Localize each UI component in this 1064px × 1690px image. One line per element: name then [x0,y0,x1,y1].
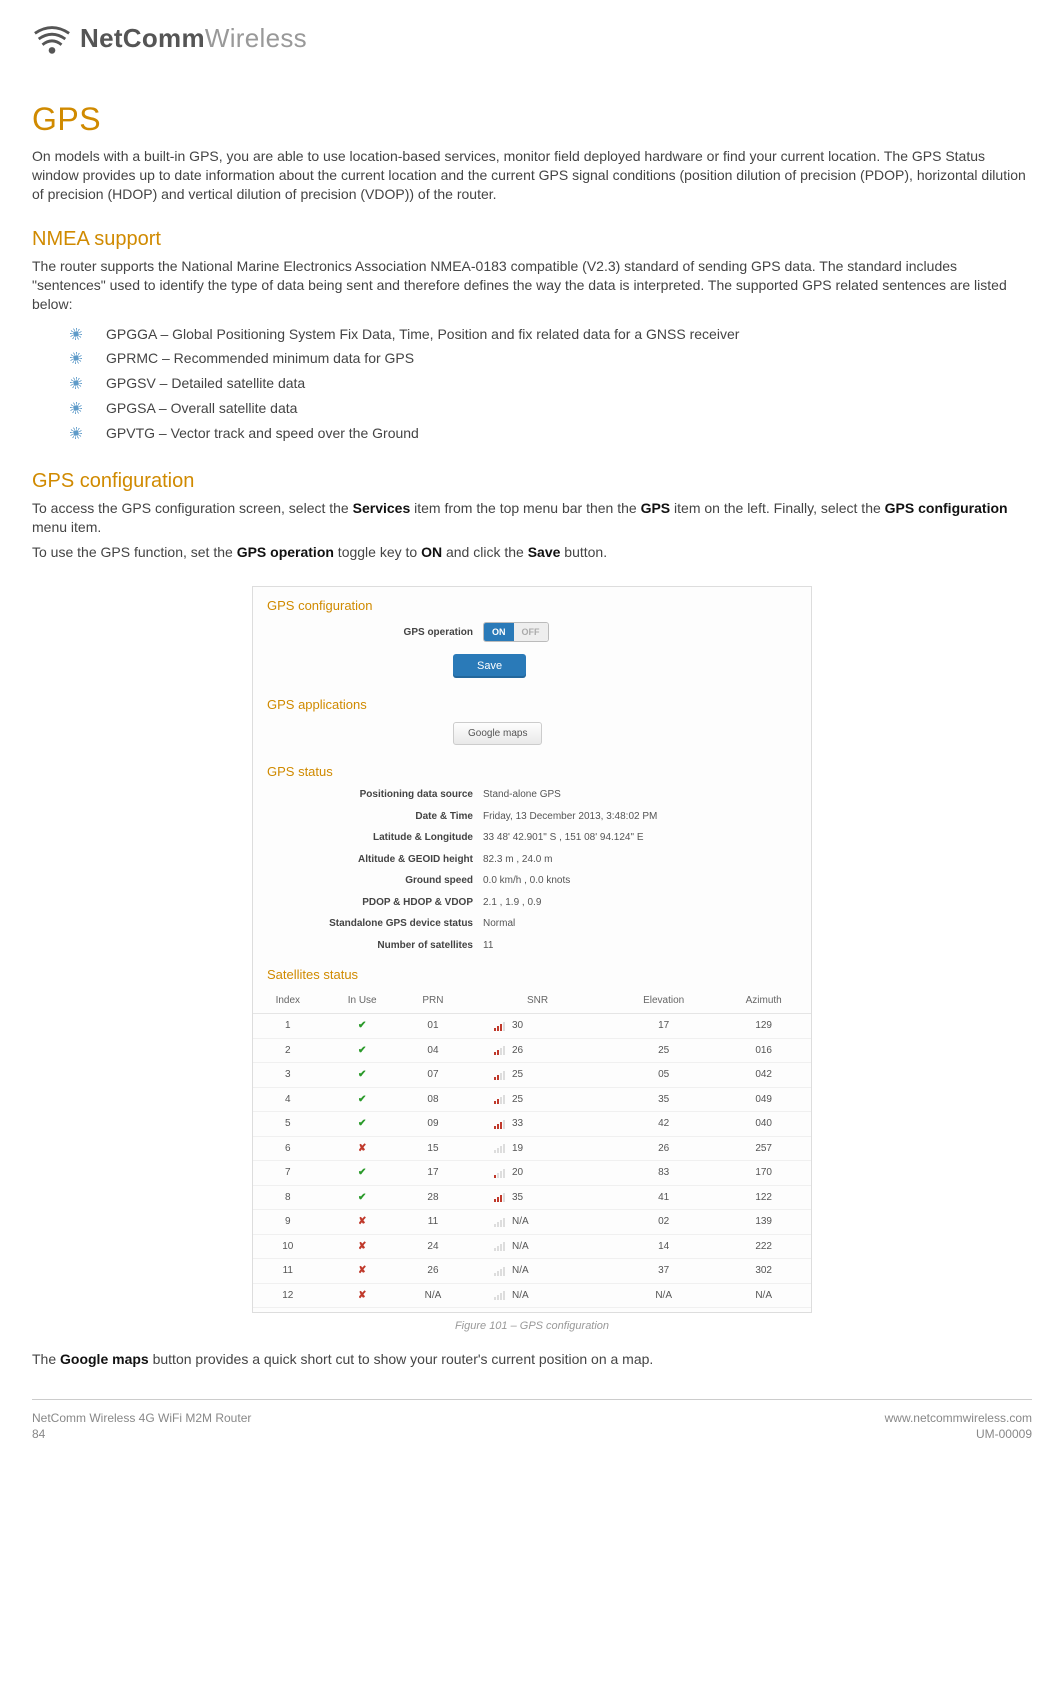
table-row: 6✘15 1926257 [253,1136,811,1161]
nmea-list: GPGGA – Global Positioning System Fix Da… [32,322,1032,446]
signal-bars-icon [494,1241,505,1251]
status-value: Stand-alone GPS [483,788,561,802]
status-value: 82.3 m , 24.0 m [483,853,552,867]
check-icon: ✔ [358,1094,366,1105]
google-maps-button[interactable]: Google maps [453,722,542,745]
cfg-p2: To use the GPS function, set the GPS ope… [32,543,1032,562]
table-row: 10✘24 N/A14222 [253,1234,811,1259]
section-title-gps: GPS [32,98,1032,141]
status-value: 11 [483,939,493,953]
signal-bars-icon [494,1168,505,1178]
list-item: GPGSV – Detailed satellite data [88,371,1032,396]
brand-logo: NetCommWireless [32,20,1032,58]
status-label: Ground speed [253,874,483,888]
signal-bars-icon [494,1143,505,1153]
status-label: PDOP & HDOP & VDOP [253,896,483,910]
screenshot: GPS configuration GPS operation ONOFF Sa… [252,586,812,1314]
signal-bars-icon [494,1119,505,1129]
signal-bars-icon [494,1266,505,1276]
gps-operation-toggle[interactable]: ONOFF [483,622,549,642]
table-row: 12✘N/A N/AN/AN/A [253,1283,811,1308]
status-label: Positioning data source [253,788,483,802]
status-value: Normal [483,917,515,931]
signal-bars-icon [494,1045,505,1055]
check-icon: ✔ [358,1118,366,1129]
x-icon: ✘ [358,1265,366,1276]
page-footer: NetComm Wireless 4G WiFi M2M Router 84 w… [32,1399,1032,1462]
check-icon: ✔ [358,1167,366,1178]
signal-bars-icon [494,1192,505,1202]
list-item: GPGGA – Global Positioning System Fix Da… [88,322,1032,347]
status-label: Number of satellites [253,939,483,953]
section-title-gpsconfig: GPS configuration [32,468,1032,495]
status-label: Latitude & Longitude [253,831,483,845]
table-row: 8✔28 3541122 [253,1185,811,1210]
status-row: Number of satellites11 [253,935,811,957]
check-icon: ✔ [358,1192,366,1203]
table-header: Azimuth [716,988,811,1014]
check-icon: ✔ [358,1069,366,1080]
table-header: Index [253,988,323,1014]
nmea-body: The router supports the National Marine … [32,257,1032,314]
footer-page: 84 [32,1426,251,1442]
table-header: SNR [464,988,611,1014]
table-row: 1✔01 3017129 [253,1014,811,1039]
status-row: PDOP & HDOP & VDOP2.1 , 1.9 , 0.9 [253,892,811,914]
panel-title: GPS configuration [253,587,811,619]
table-header: In Use [323,988,402,1014]
panel-title: GPS applications [253,686,811,718]
table-header: Elevation [611,988,716,1014]
status-label: Standalone GPS device status [253,917,483,931]
table-row: 5✔09 3342040 [253,1112,811,1137]
brand-text: NetCommWireless [80,21,307,56]
table-row: 4✔08 2535049 [253,1087,811,1112]
list-item: GPRMC – Recommended minimum data for GPS [88,346,1032,371]
status-row: Date & TimeFriday, 13 December 2013, 3:4… [253,806,811,828]
status-value: 2.1 , 1.9 , 0.9 [483,896,541,910]
status-value: Friday, 13 December 2013, 3:48:02 PM [483,810,657,824]
save-button[interactable]: Save [453,654,526,678]
table-row: 3✔07 2505042 [253,1063,811,1088]
satellites-table: IndexIn UsePRNSNRElevationAzimuth 1✔01 3… [253,988,811,1309]
status-label: Altitude & GEOID height [253,853,483,867]
signal-bars-icon [494,1290,505,1300]
list-item: GPGSA – Overall satellite data [88,396,1032,421]
status-label: Date & Time [253,810,483,824]
wireless-icon [32,20,72,58]
signal-bars-icon [494,1070,505,1080]
table-row: 2✔04 2625016 [253,1038,811,1063]
signal-bars-icon [494,1094,505,1104]
signal-bars-icon [494,1217,505,1227]
x-icon: ✘ [358,1143,366,1154]
table-row: 11✘26 N/A37302 [253,1259,811,1284]
figure-caption: Figure 101 – GPS configuration [32,1319,1032,1334]
footer-doc: UM-00009 [885,1426,1032,1442]
section-title-nmea: NMEA support [32,226,1032,253]
status-row: Standalone GPS device statusNormal [253,913,811,935]
status-row: Altitude & GEOID height82.3 m , 24.0 m [253,849,811,871]
table-header: PRN [402,988,464,1014]
status-row: Positioning data sourceStand-alone GPS [253,784,811,806]
status-row: Ground speed0.0 km/h , 0.0 knots [253,870,811,892]
status-value: 33 48' 42.901" S , 151 08' 94.124" E [483,831,644,845]
list-item: GPVTG – Vector track and speed over the … [88,421,1032,446]
panel-title: GPS status [253,753,811,785]
x-icon: ✘ [358,1241,366,1252]
x-icon: ✘ [358,1290,366,1301]
panel-title: Satellites status [253,956,811,988]
gmaps-note: The Google maps button provides a quick … [32,1350,1032,1369]
status-value: 0.0 km/h , 0.0 knots [483,874,570,888]
footer-product: NetComm Wireless 4G WiFi M2M Router [32,1410,251,1426]
footer-url: www.netcommwireless.com [885,1410,1032,1426]
table-row: 9✘11 N/A02139 [253,1210,811,1235]
intro-paragraph: On models with a built-in GPS, you are a… [32,147,1032,204]
table-row: 7✔17 2083170 [253,1161,811,1186]
x-icon: ✘ [358,1216,366,1227]
gps-operation-label: GPS operation [253,626,483,640]
cfg-p1: To access the GPS configuration screen, … [32,499,1032,537]
status-row: Latitude & Longitude33 48' 42.901" S , 1… [253,827,811,849]
check-icon: ✔ [358,1020,366,1031]
check-icon: ✔ [358,1045,366,1056]
signal-bars-icon [494,1021,505,1031]
